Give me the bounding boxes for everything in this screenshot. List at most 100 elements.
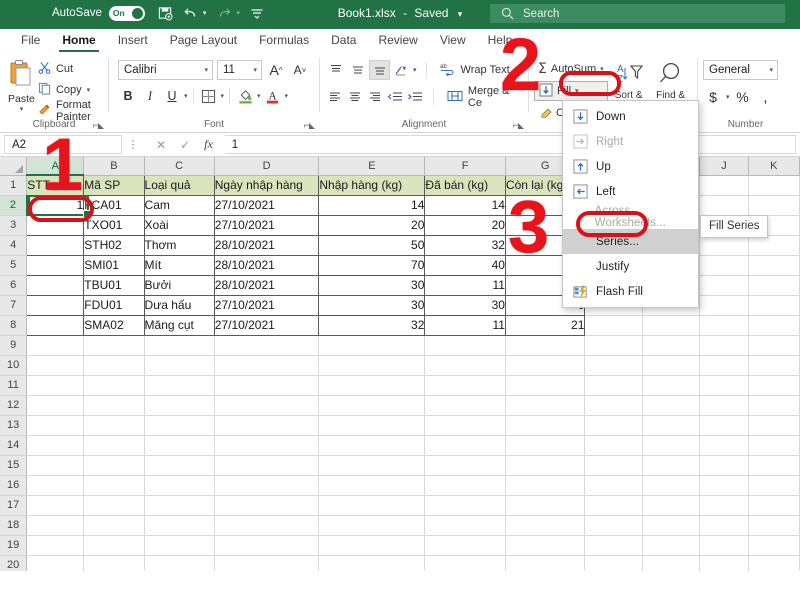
- cell-J4[interactable]: [700, 235, 748, 255]
- redo-dropdown-icon[interactable]: ▾: [236, 9, 240, 17]
- cell-C19[interactable]: [144, 535, 214, 555]
- orientation-icon[interactable]: [391, 60, 412, 80]
- number-format-dropdown-icon[interactable]: ▾: [769, 66, 773, 74]
- column-header-D[interactable]: D: [214, 157, 319, 175]
- cell-B17[interactable]: [84, 495, 144, 515]
- align-bottom-icon[interactable]: [369, 60, 390, 80]
- cell-B6[interactable]: TBU01: [84, 275, 144, 295]
- cell-H12[interactable]: [585, 395, 643, 415]
- autosum-dropdown-icon[interactable]: ▾: [600, 65, 604, 73]
- percent-button[interactable]: %: [733, 87, 753, 107]
- name-box[interactable]: A2: [4, 135, 122, 154]
- cell-J13[interactable]: [700, 415, 748, 435]
- cell-C20[interactable]: [144, 555, 214, 571]
- format-painter-button[interactable]: Format Painter: [38, 102, 103, 119]
- number-format-select[interactable]: General ▾: [703, 60, 778, 80]
- cell-J16[interactable]: [700, 475, 748, 495]
- name-box-expand-icon[interactable]: ⋮: [122, 138, 144, 151]
- cell-J15[interactable]: [700, 455, 748, 475]
- font-name-dropdown-icon[interactable]: ▾: [204, 66, 208, 74]
- cell-G20[interactable]: [505, 555, 584, 571]
- cell-F7[interactable]: 30: [425, 295, 506, 315]
- cell-I15[interactable]: [643, 455, 700, 475]
- cell-F5[interactable]: 40: [425, 255, 506, 275]
- cell-C14[interactable]: [144, 435, 214, 455]
- cell-F18[interactable]: [425, 515, 506, 535]
- cell-E11[interactable]: [319, 375, 425, 395]
- cell-C13[interactable]: [144, 415, 214, 435]
- cell-C3[interactable]: Xoài: [144, 215, 214, 235]
- cell-F11[interactable]: [425, 375, 506, 395]
- row-header-16[interactable]: 16: [0, 475, 27, 495]
- menu-item-series[interactable]: Series...: [563, 229, 698, 254]
- cell-F3[interactable]: 20: [425, 215, 506, 235]
- cell-G17[interactable]: [505, 495, 584, 515]
- autosum-button[interactable]: Σ AutoSum ▾: [534, 59, 608, 79]
- cell-K7[interactable]: [748, 295, 799, 315]
- row-header-10[interactable]: 10: [0, 355, 27, 375]
- cell-F9[interactable]: [425, 335, 506, 355]
- cell-A3[interactable]: [27, 215, 84, 235]
- fill-dropdown-icon[interactable]: ▾: [575, 87, 579, 95]
- menu-item-flash-fill[interactable]: Flash Fill: [563, 279, 698, 304]
- formula-input[interactable]: 1: [225, 135, 796, 154]
- cell-I13[interactable]: [643, 415, 700, 435]
- cell-I18[interactable]: [643, 515, 700, 535]
- cell-I14[interactable]: [643, 435, 700, 455]
- save-icon[interactable]: [158, 6, 173, 21]
- cell-K13[interactable]: [748, 415, 799, 435]
- row-header-14[interactable]: 14: [0, 435, 27, 455]
- cell-C18[interactable]: [144, 515, 214, 535]
- cell-I9[interactable]: [643, 335, 700, 355]
- cell-D4[interactable]: 28/10/2021: [214, 235, 319, 255]
- cell-E4[interactable]: 50: [319, 235, 425, 255]
- row-header-13[interactable]: 13: [0, 415, 27, 435]
- cell-H11[interactable]: [585, 375, 643, 395]
- align-top-icon[interactable]: [325, 60, 346, 80]
- cell-D16[interactable]: [214, 475, 319, 495]
- cell-J6[interactable]: [700, 275, 748, 295]
- cell-E16[interactable]: [319, 475, 425, 495]
- cell-H14[interactable]: [585, 435, 643, 455]
- cell-B19[interactable]: [84, 535, 144, 555]
- row-header-7[interactable]: 7: [0, 295, 27, 315]
- cell-D20[interactable]: [214, 555, 319, 571]
- cell-D19[interactable]: [214, 535, 319, 555]
- font-name-input[interactable]: Calibri ▾: [118, 60, 213, 80]
- cell-C15[interactable]: [144, 455, 214, 475]
- cell-C4[interactable]: Thơm: [144, 235, 214, 255]
- cell-F19[interactable]: [425, 535, 506, 555]
- align-right-icon[interactable]: [365, 87, 384, 107]
- cell-D11[interactable]: [214, 375, 319, 395]
- cell-E10[interactable]: [319, 355, 425, 375]
- confirm-formula-icon[interactable]: ✓: [180, 138, 190, 152]
- cell-F4[interactable]: 32: [425, 235, 506, 255]
- cell-A20[interactable]: [27, 555, 84, 571]
- cell-A8[interactable]: [27, 315, 84, 335]
- cell-I16[interactable]: [643, 475, 700, 495]
- cell-A7[interactable]: [27, 295, 84, 315]
- cell-G11[interactable]: [505, 375, 584, 395]
- wrap-text-button[interactable]: ab Wrap Text: [436, 60, 514, 80]
- cell-A15[interactable]: [27, 455, 84, 475]
- cell-I17[interactable]: [643, 495, 700, 515]
- cell-K6[interactable]: [748, 275, 799, 295]
- cell-I8[interactable]: [643, 315, 700, 335]
- cell-D2[interactable]: 27/10/2021: [214, 195, 319, 215]
- cell-K8[interactable]: [748, 315, 799, 335]
- tab-formulas[interactable]: Formulas: [248, 29, 320, 52]
- cell-C8[interactable]: Măng cụt: [144, 315, 214, 335]
- cell-K12[interactable]: [748, 395, 799, 415]
- cell-B12[interactable]: [84, 395, 144, 415]
- cell-J18[interactable]: [700, 515, 748, 535]
- cell-C12[interactable]: [144, 395, 214, 415]
- cell-B15[interactable]: [84, 455, 144, 475]
- cell-H10[interactable]: [585, 355, 643, 375]
- fill-color-dropdown-icon[interactable]: ▾: [257, 92, 261, 100]
- cell-E6[interactable]: 30: [319, 275, 425, 295]
- cell-A17[interactable]: [27, 495, 84, 515]
- cell-J14[interactable]: [700, 435, 748, 455]
- cell-C17[interactable]: [144, 495, 214, 515]
- cell-F6[interactable]: 11: [425, 275, 506, 295]
- italic-button[interactable]: I: [140, 86, 160, 106]
